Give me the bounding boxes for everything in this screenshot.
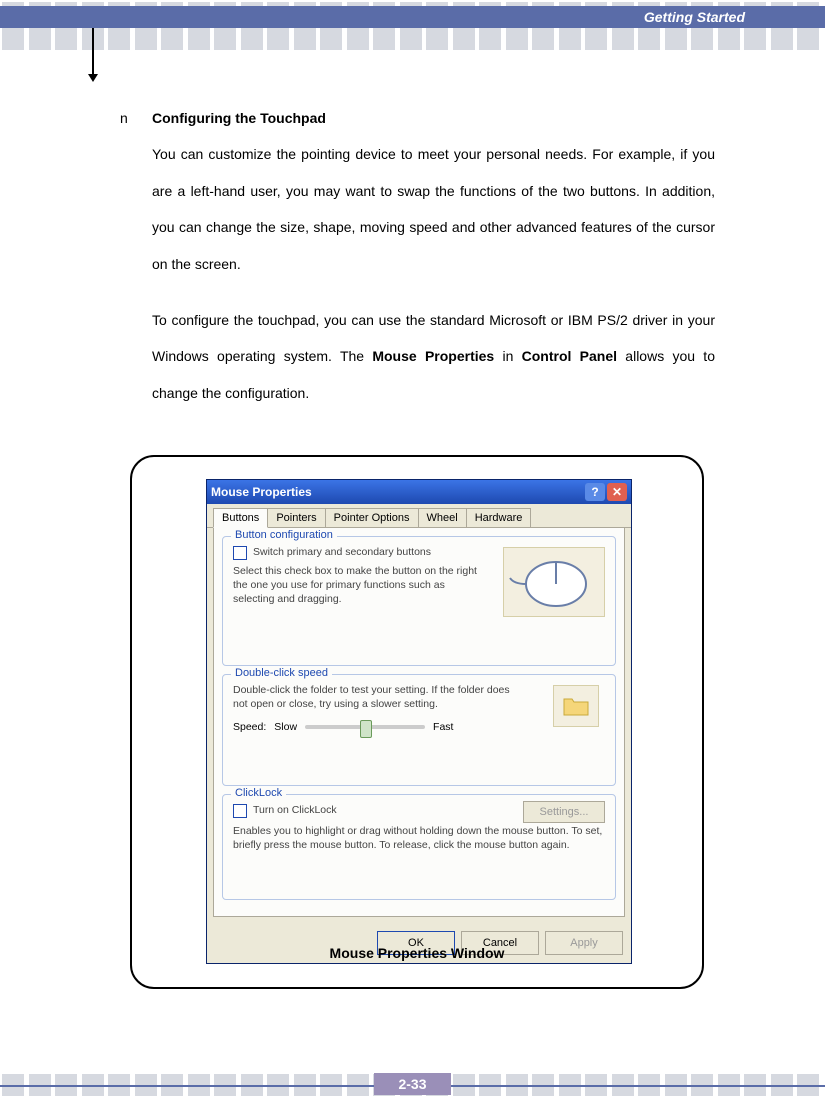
group1-title: Button configuration	[231, 529, 337, 541]
checkbox-clicklock-label: Turn on ClickLock	[253, 803, 337, 817]
checkbox-swap-buttons[interactable]	[233, 546, 247, 560]
checkbox-clicklock[interactable]	[233, 804, 247, 818]
help-icon[interactable]: ?	[585, 483, 605, 501]
slow-label: Slow	[274, 721, 297, 733]
tab-pointers[interactable]: Pointers	[267, 508, 325, 527]
speed-slider[interactable]	[305, 725, 425, 729]
checkbox-swap-label: Switch primary and secondary buttons	[253, 545, 431, 559]
page-number: 2-33	[374, 1073, 450, 1095]
tab-panel: Button configuration Switch primary and …	[213, 528, 625, 917]
paragraph-2: To configure the touchpad, you can use t…	[152, 302, 715, 411]
p2-part-c: in	[494, 348, 521, 364]
mouse-properties-dialog: Mouse Properties ? ✕ Buttons Pointers Po…	[206, 479, 632, 964]
speed-label: Speed:	[233, 721, 266, 733]
paragraph-1: You can customize the pointing device to…	[152, 136, 715, 282]
fast-label: Fast	[433, 721, 453, 733]
settings-button[interactable]: Settings...	[523, 801, 605, 823]
group2-title: Double-click speed	[231, 667, 332, 679]
folder-icon[interactable]	[553, 685, 599, 727]
group-clicklock: ClickLock Turn on ClickLock Settings... …	[222, 794, 616, 900]
close-icon[interactable]: ✕	[607, 483, 627, 501]
p2-bold-1: Mouse Properties	[372, 348, 494, 364]
p2-bold-2: Control Panel	[522, 348, 617, 364]
group-button-config: Button configuration Switch primary and …	[222, 536, 616, 666]
tab-strip: Buttons Pointers Pointer Options Wheel H…	[207, 504, 631, 528]
dialog-titlebar[interactable]: Mouse Properties ? ✕	[207, 480, 631, 504]
tab-pointer-options[interactable]: Pointer Options	[325, 508, 419, 527]
tab-buttons[interactable]: Buttons	[213, 508, 268, 528]
group1-desc: Select this check box to make the button…	[233, 564, 483, 607]
section-heading: Configuring the Touchpad	[152, 100, 326, 136]
header-title: Getting Started	[644, 9, 745, 25]
group3-title: ClickLock	[231, 787, 286, 799]
arrow-down-icon	[92, 28, 94, 76]
group2-desc: Double-click the folder to test your set…	[233, 683, 513, 711]
dialog-title: Mouse Properties	[211, 485, 312, 499]
tab-wheel[interactable]: Wheel	[418, 508, 467, 527]
header-bar: Getting Started	[0, 6, 825, 28]
figure-frame: Mouse Properties ? ✕ Buttons Pointers Po…	[130, 455, 704, 989]
group-double-click: Double-click speed Double-click the fold…	[222, 674, 616, 786]
figure-caption: Mouse Properties Window	[132, 945, 702, 961]
footer: 2-33	[0, 1072, 825, 1096]
group3-desc: Enables you to highlight or drag without…	[233, 824, 605, 852]
bullet: n	[120, 100, 132, 136]
tab-hardware[interactable]: Hardware	[466, 508, 532, 527]
body-text: n Configuring the Touchpad You can custo…	[120, 100, 715, 411]
mouse-icon	[503, 547, 605, 617]
